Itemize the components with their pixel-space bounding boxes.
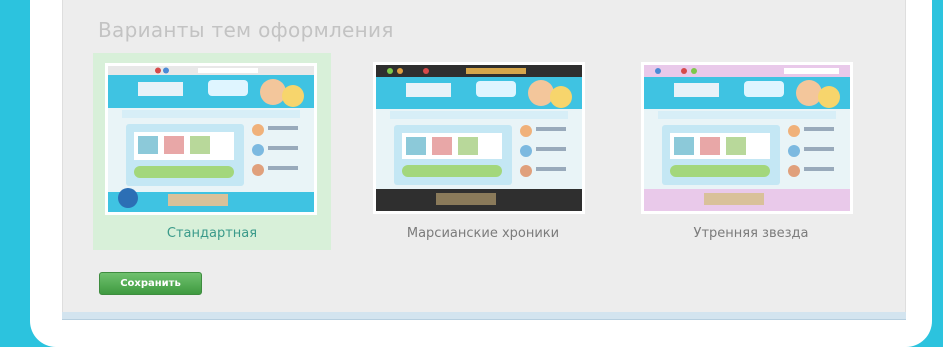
theme-label-martian-chronicles[interactable]: Марсианские хроники — [364, 226, 602, 241]
theme-option-martian-chronicles[interactable]: Марсианские хроники — [364, 53, 602, 250]
theme-preview-morning-star — [641, 62, 853, 214]
save-button[interactable]: Сохранить — [99, 272, 202, 295]
theme-label-standard[interactable]: Стандартная — [93, 226, 331, 241]
panel-divider — [62, 312, 906, 320]
theme-option-morning-star[interactable]: Утренняя звезда — [632, 53, 870, 250]
theme-option-standard[interactable]: Стандартная — [93, 53, 331, 250]
section-title: Варианты тем оформления — [98, 18, 394, 42]
theme-preview-martian-chronicles — [373, 62, 585, 214]
theme-label-morning-star[interactable]: Утренняя звезда — [632, 226, 870, 241]
theme-preview-standard — [105, 63, 317, 215]
